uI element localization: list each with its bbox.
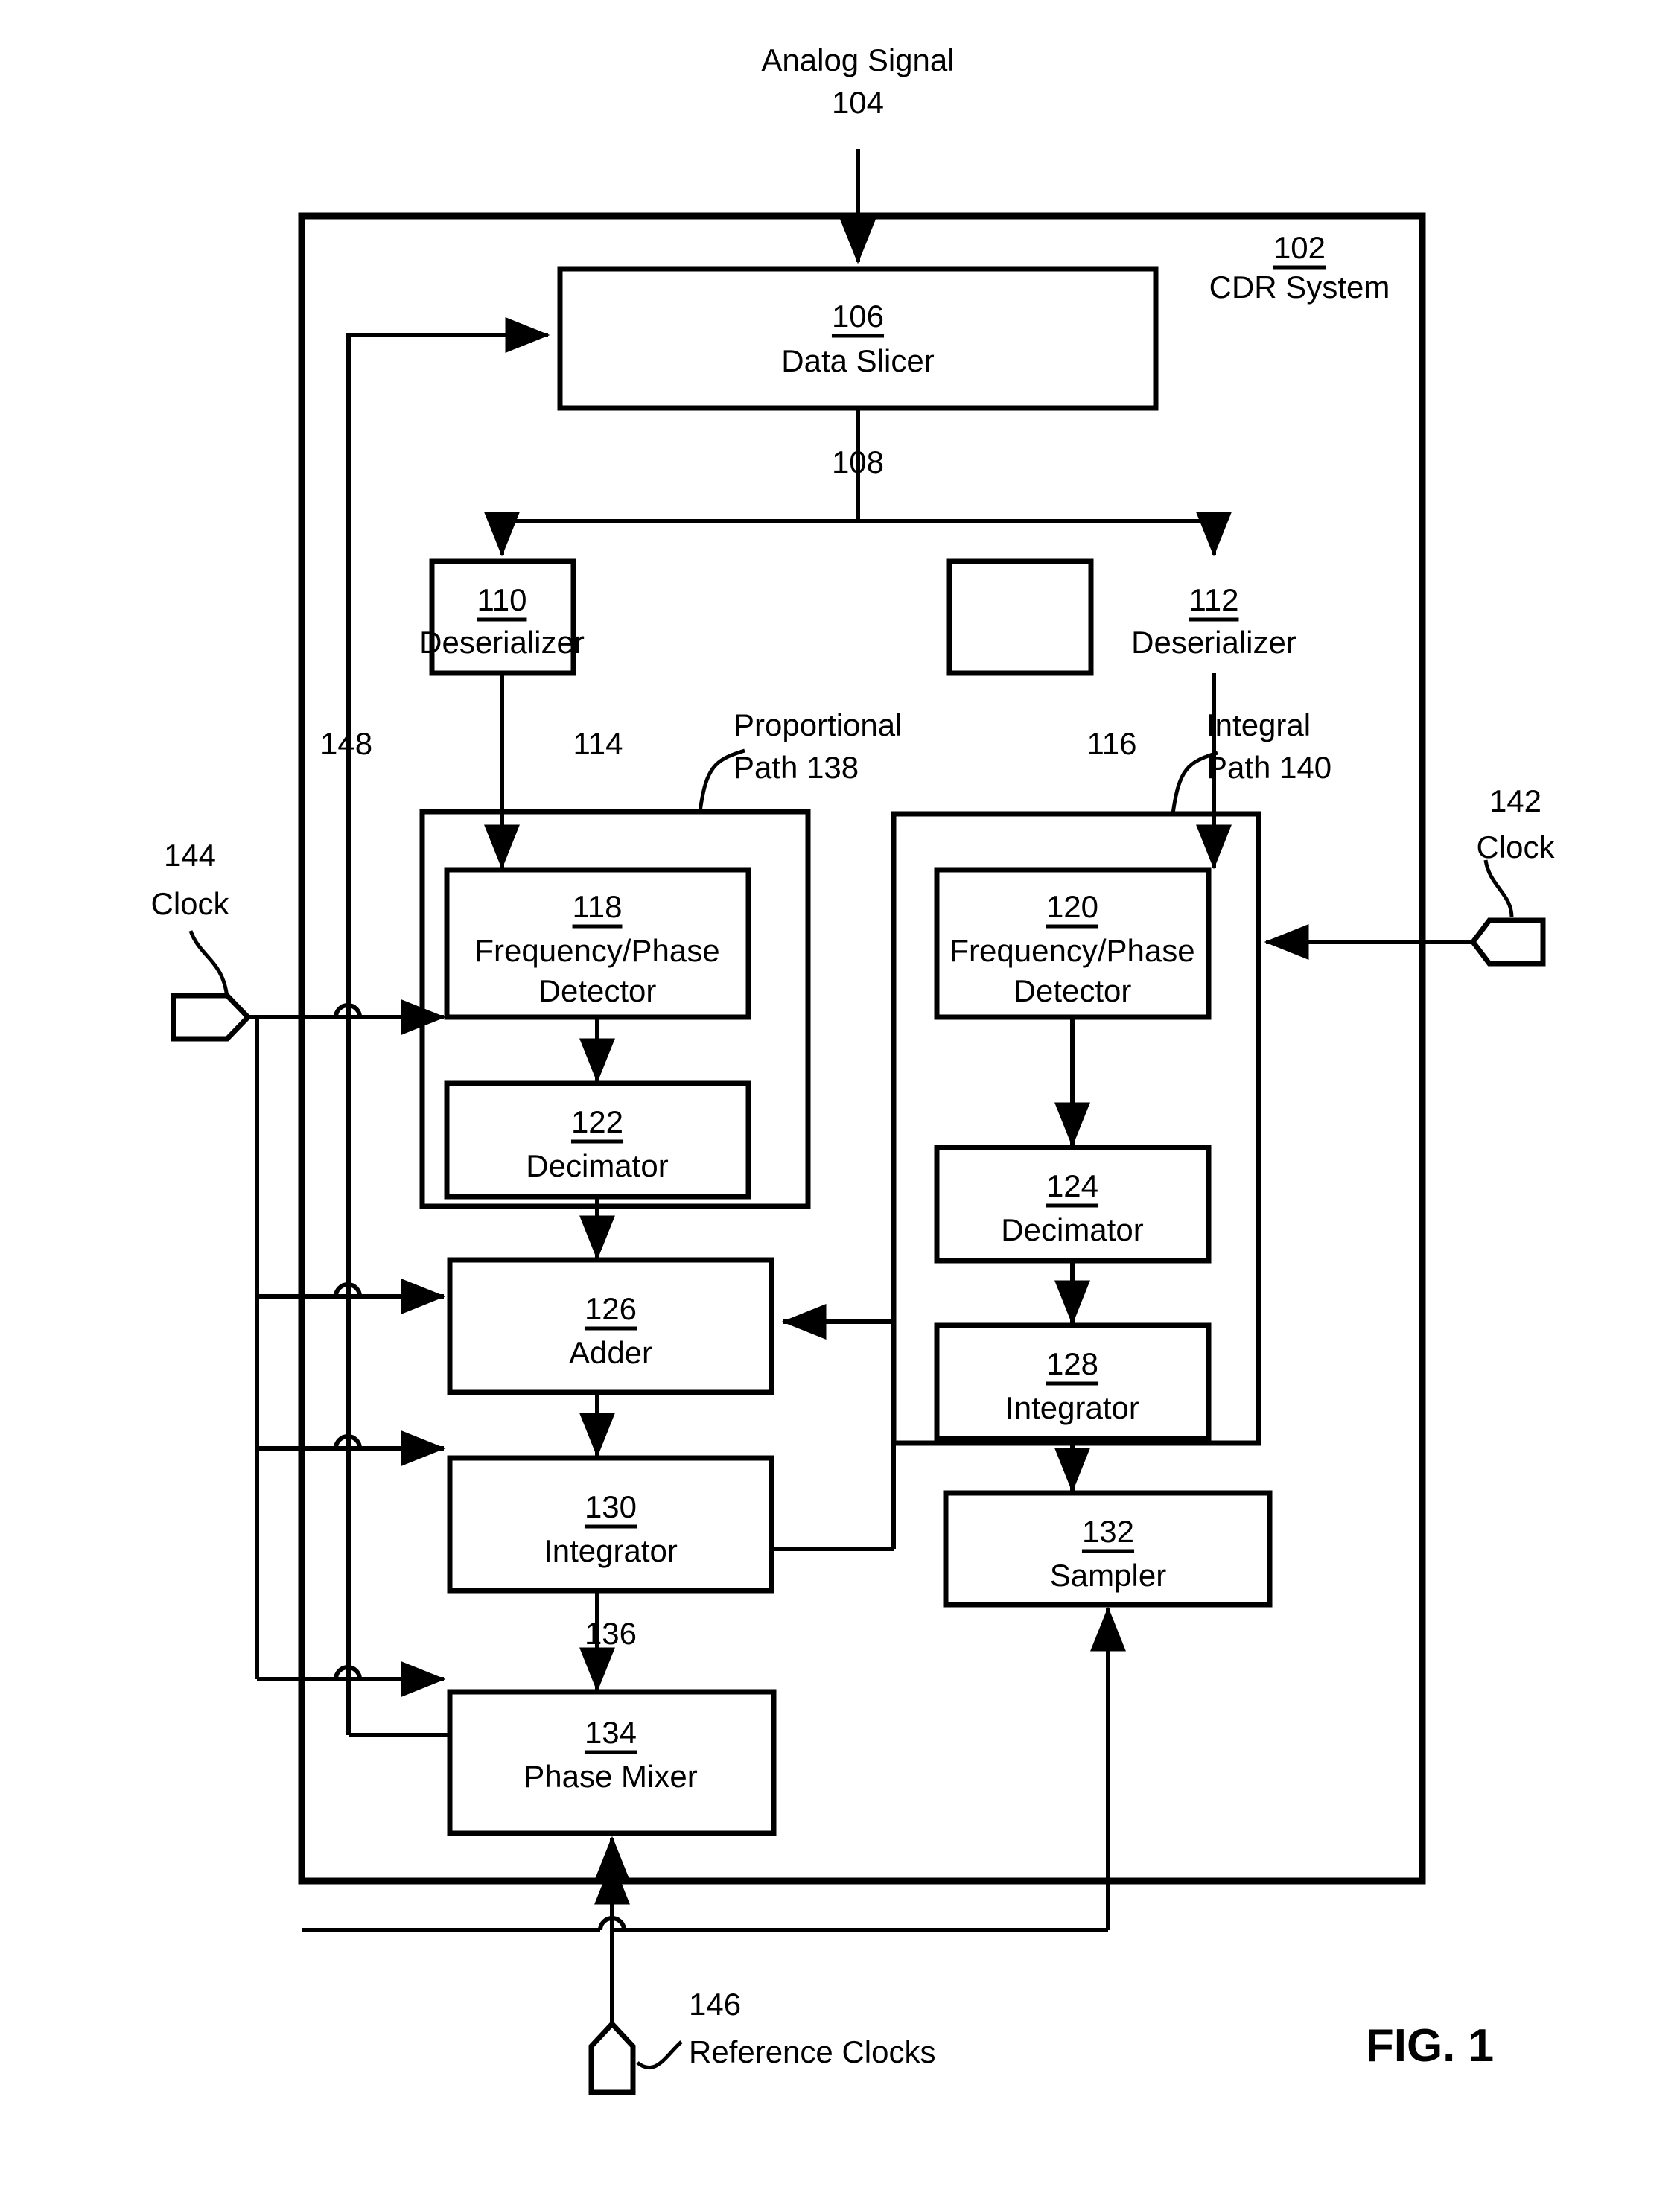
clock-144-label: Clock <box>150 886 229 921</box>
block-adder-126 <box>447 1257 774 1395</box>
leader-clock-144 <box>188 930 229 999</box>
clock-146-ref: 146 <box>689 1987 741 2022</box>
decimator-124-ref: 124 <box>1046 1168 1098 1203</box>
clock-pin-144 <box>171 993 252 1042</box>
proportional-path-ref: Path 138 <box>734 750 859 785</box>
deserializer-110-ref: 110 <box>477 582 527 617</box>
adder-126-label: Adder <box>569 1335 652 1370</box>
proportional-path-label: Proportional <box>734 707 902 742</box>
detector-118-label-line2: Detector <box>538 973 657 1008</box>
clock-pin-146 <box>588 2019 636 2095</box>
phase-mixer-134-ref: 134 <box>585 1715 637 1750</box>
detector-120-ref: 120 <box>1046 889 1098 924</box>
signal-114-ref: 114 <box>573 726 623 761</box>
signal-108-ref: 108 <box>832 445 884 480</box>
decimator-122-label: Decimator <box>526 1148 668 1183</box>
integral-path-label: Integral <box>1206 707 1311 742</box>
figure-label: FIG. 1 <box>1366 2020 1494 2072</box>
decimator-124-label: Decimator <box>1001 1212 1143 1247</box>
deserializer-112-ref: 112 <box>1189 582 1239 617</box>
block-integrator-130 <box>447 1455 774 1594</box>
leader-clock-146 <box>636 2040 683 2069</box>
clock-144-ref: 144 <box>164 838 216 873</box>
deserializer-112-label: Deserializer <box>1131 625 1296 660</box>
phase-mixer-134-label: Phase Mixer <box>524 1759 697 1794</box>
leader-clock-142 <box>1483 859 1514 918</box>
signal-148-ref: 148 <box>320 726 372 761</box>
integrator-128-ref: 128 <box>1046 1346 1098 1381</box>
sampler-132-ref: 132 <box>1082 1514 1134 1549</box>
block-deserializer-112 <box>946 558 1094 676</box>
data-slicer-label: Data Slicer <box>781 343 934 378</box>
decimator-122-ref: 122 <box>571 1104 623 1139</box>
integral-path-ref: Path 140 <box>1206 750 1331 785</box>
wire-adder-right-input <box>781 1304 896 1549</box>
adder-126-ref: 126 <box>585 1291 637 1326</box>
sampler-132-label: Sampler <box>1050 1558 1166 1593</box>
signal-116-ref: 116 <box>1087 726 1137 761</box>
detector-120-label-line2: Detector <box>1014 973 1132 1008</box>
data-slicer-ref: 106 <box>832 299 884 334</box>
signal-136-ref: 136 <box>585 1616 637 1651</box>
detector-118-label-line1: Frequency/Phase <box>474 933 719 968</box>
clock-142-ref: 142 <box>1489 783 1541 818</box>
detector-120-label-line1: Frequency/Phase <box>949 933 1194 968</box>
cdr-system-label: CDR System <box>1209 270 1390 305</box>
detector-118-ref: 118 <box>573 889 623 924</box>
deserializer-110-label: Deserializer <box>419 625 585 660</box>
analog-signal-ref: 104 <box>832 85 884 120</box>
cdr-system-ref: 102 <box>1273 230 1326 265</box>
block-data-slicer <box>557 266 1159 411</box>
clock-142-label: Clock <box>1476 830 1555 865</box>
integrator-130-ref: 130 <box>585 1489 637 1524</box>
clock-pin-142 <box>1469 917 1546 967</box>
integrator-130-label: Integrator <box>544 1533 678 1568</box>
integrator-128-label: Integrator <box>1005 1390 1139 1425</box>
cdr-system-figure: Analog Signal 104 102 CDR System 106 Dat… <box>150 42 1556 2095</box>
clock-146-label: Reference Clocks <box>689 2034 935 2069</box>
analog-signal-label: Analog Signal <box>761 42 954 77</box>
